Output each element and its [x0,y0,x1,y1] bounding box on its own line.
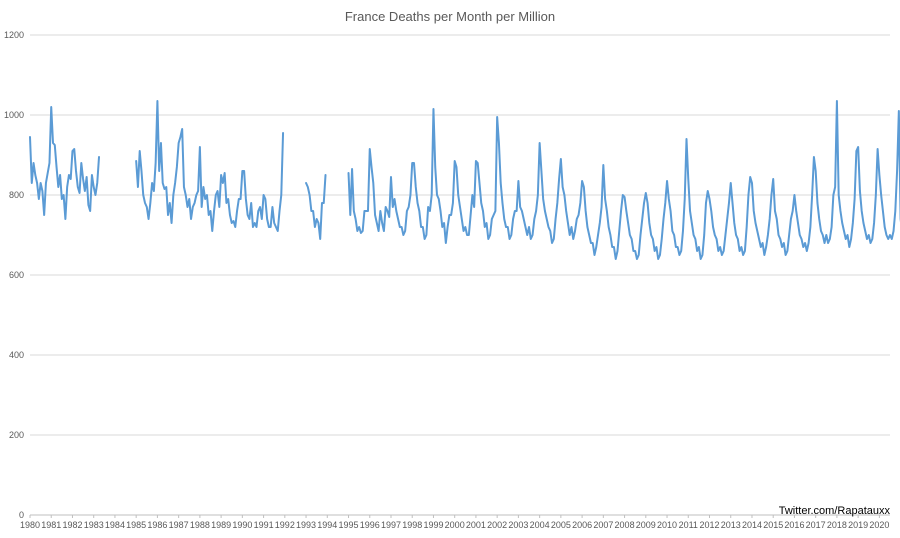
y-tick-label: 0 [19,510,24,520]
x-tick-label: 1998 [402,520,422,530]
x-tick-label: 2017 [806,520,826,530]
twitter-watermark: Twitter.com/Rapatauxx [779,505,891,517]
x-tick-label: 2011 [679,520,698,530]
y-tick-label: 600 [9,270,24,280]
x-tick-label: 1993 [296,520,316,530]
x-tick-label: 1981 [41,520,61,530]
x-tick-label: 2009 [636,520,656,530]
chart-background [0,0,900,538]
x-tick-label: 1988 [190,520,210,530]
x-tick-label: 1991 [254,520,274,530]
x-tick-label: 2007 [593,520,613,530]
x-tick-label: 1999 [423,520,443,530]
y-tick-label: 1200 [4,30,24,40]
x-tick-label: 2014 [742,520,762,530]
x-tick-label: 2005 [551,520,571,530]
x-tick-label: 2015 [763,520,783,530]
x-tick-label: 1982 [62,520,82,530]
x-tick-label: 1994 [317,520,337,530]
x-tick-label: 2016 [784,520,804,530]
x-tick-label: 2000 [445,520,465,530]
y-tick-label: 400 [9,350,24,360]
x-tick-label: 1989 [211,520,231,530]
y-tick-label: 1000 [4,110,24,120]
y-tick-label: 200 [9,430,24,440]
x-tick-label: 2003 [508,520,528,530]
x-tick-label: 2008 [615,520,635,530]
x-tick-label: 1985 [126,520,146,530]
x-tick-label: 2001 [466,520,486,530]
x-tick-label: 2012 [699,520,719,530]
x-tick-label: 2002 [487,520,507,530]
chart-title: France Deaths per Month per Million [345,9,555,24]
x-tick-label: 1983 [84,520,104,530]
x-tick-label: 2013 [721,520,741,530]
x-tick-label: 1980 [20,520,40,530]
x-tick-label: 2020 [869,520,889,530]
x-tick-label: 2010 [657,520,677,530]
x-tick-label: 2004 [530,520,550,530]
x-tick-label: 2006 [572,520,592,530]
line-chart: France Deaths per Month per Million 0 200… [0,0,900,538]
x-tick-label: 1990 [232,520,252,530]
x-tick-label: 1992 [275,520,295,530]
x-tick-label: 1995 [339,520,359,530]
x-tick-label: 2019 [848,520,868,530]
x-tick-label: 1984 [105,520,125,530]
x-tick-label: 1987 [169,520,189,530]
x-tick-label: 1997 [381,520,401,530]
x-tick-label: 2018 [827,520,847,530]
y-tick-label: 800 [9,190,24,200]
x-tick-label: 1996 [360,520,380,530]
x-tick-label: 1986 [147,520,167,530]
